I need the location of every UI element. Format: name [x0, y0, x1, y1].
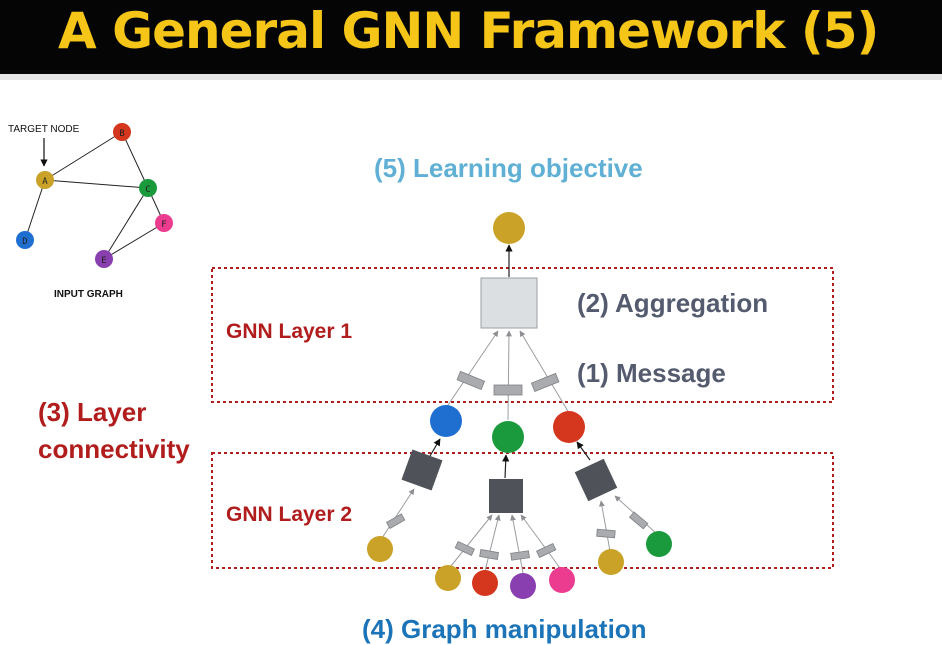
l1-message-mid	[493, 384, 523, 396]
edge-a-d	[24, 179, 46, 241]
l1-node-blue	[430, 405, 462, 437]
l1-node-red	[553, 411, 585, 443]
l2-node-red	[472, 570, 498, 596]
l2-node-gold-left	[367, 536, 393, 562]
l1-edge-blue	[445, 330, 499, 409]
svg-text:D: D	[22, 237, 27, 247]
l2-node-gold-right	[598, 549, 624, 575]
l2-edge-mid-red	[484, 514, 501, 572]
l2-aggregator-mid	[489, 479, 523, 513]
l2-node-pink	[549, 567, 575, 593]
l2-message-5	[536, 542, 557, 558]
l2-message-3	[479, 549, 500, 560]
l1-node-green	[492, 421, 524, 453]
l2-node-green	[646, 531, 672, 557]
layer-connectivity-line-1: (3) Layer	[38, 397, 147, 427]
l2-edge-mid-gold	[450, 514, 493, 567]
input-graph: A B C D E F	[16, 123, 173, 268]
layer-connectivity-label: (3) Layer connectivity	[38, 394, 190, 468]
target-node-label: TARGET NODE	[8, 124, 80, 135]
gnn-framework-diagram: A B C D E F	[16, 123, 834, 599]
graph-manipulation-label: (4) Graph manipulation	[362, 614, 647, 644]
edge-a-c	[44, 179, 149, 189]
l2-message-4	[510, 550, 530, 561]
input-node-a: A	[36, 171, 54, 189]
output-node	[493, 212, 525, 244]
svg-text:F: F	[161, 220, 166, 230]
edge-c-e	[103, 187, 149, 260]
l2-message-7	[628, 511, 649, 530]
input-node-e: E	[95, 250, 113, 268]
edge-a-b	[44, 131, 123, 181]
l2-node-purple	[510, 573, 536, 599]
l2-to-green-arrow	[502, 454, 510, 479]
input-node-c: C	[139, 179, 157, 197]
l2-edge-mid-pink	[520, 514, 561, 569]
l2-node-gold	[435, 565, 461, 591]
input-node-d: D	[16, 231, 34, 249]
l1-edge-red	[519, 330, 570, 414]
l2-message-6	[596, 528, 616, 539]
edge-b-c	[121, 131, 149, 189]
l2-message-1	[386, 513, 406, 530]
l2-edge-left-gold	[381, 488, 415, 539]
input-node-f: F	[155, 214, 173, 232]
l2-aggregator-left	[401, 449, 443, 491]
l2-edge-right-gold	[599, 500, 611, 552]
l2-aggregator-right	[574, 458, 618, 502]
l2-to-red-arrow	[576, 441, 591, 461]
gnn-layer-1-label: GNN Layer 1	[226, 320, 353, 343]
layer-connectivity-line-2: connectivity	[38, 434, 190, 464]
layer-1-aggregator	[480, 277, 538, 329]
svg-text:C: C	[145, 185, 150, 195]
message-label: (1) Message	[577, 358, 726, 388]
edge-e-f	[103, 222, 165, 260]
svg-text:A: A	[42, 177, 48, 187]
l2-edge-mid-purple	[510, 514, 524, 574]
svg-text:E: E	[101, 256, 106, 266]
aggregation-label: (2) Aggregation	[577, 288, 769, 318]
learning-objective-label: (5) Learning objective	[374, 153, 643, 183]
l1-edge-green	[505, 330, 512, 421]
gnn-layer-2-label: GNN Layer 2	[226, 503, 353, 526]
input-node-b: B	[113, 123, 131, 141]
svg-text:B: B	[119, 129, 124, 139]
layer-1-graph	[430, 212, 585, 453]
l2-message-2	[454, 540, 475, 556]
layer-2-graph	[367, 438, 672, 599]
l1-message-left	[456, 370, 486, 391]
input-graph-caption: INPUT GRAPH	[54, 289, 123, 300]
